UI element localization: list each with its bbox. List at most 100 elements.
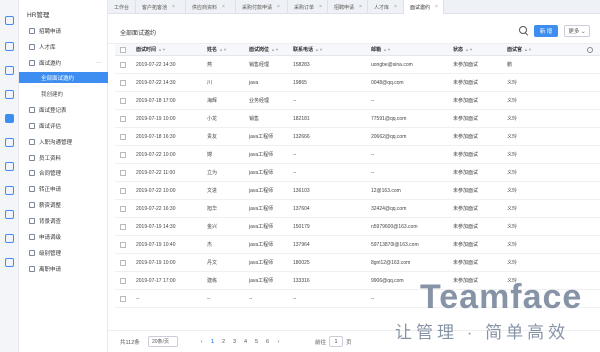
tab-supplier[interactable]: 供应商资料 × (186, 0, 236, 14)
row-checkbox[interactable] (120, 205, 126, 212)
table-row[interactable]: 2019-07-22 16:30 旭华 java工程师 137604 32424@qq.… (115, 200, 600, 218)
row-checkbox[interactable] (120, 79, 126, 86)
tab-talent-pool[interactable]: 人才库 × (368, 0, 404, 14)
more-icon[interactable]: ··· (96, 60, 102, 66)
row-checkbox[interactable] (120, 61, 126, 68)
close-icon[interactable]: × (222, 4, 225, 10)
col-status[interactable]: 状态 ▲▼ (453, 44, 503, 55)
table-row[interactable]: 2019-07-22 14:30 燕 销售经理 158283 uongbe@sina.c… (115, 56, 600, 74)
sort-icon[interactable]: ▲▼ (315, 47, 323, 52)
row-checkbox[interactable] (120, 115, 126, 122)
table-row[interactable]: 2019-07-18 17:00 海辉 业务经理 -- -- 未参加面试 义玲 (115, 92, 600, 110)
close-icon[interactable]: × (394, 4, 397, 10)
sort-icon[interactable]: ▲▼ (465, 47, 473, 52)
sidebar-item-interview-invite[interactable]: 面试邀约 ··· (19, 57, 108, 68)
tab-recruit-request[interactable]: 招聘申请 × (328, 0, 368, 14)
select-all-checkbox[interactable] (120, 46, 126, 53)
sidebar-item-resignation[interactable]: 离职申请 (19, 263, 108, 274)
row-checkbox[interactable] (120, 295, 126, 302)
more-button[interactable]: 更多 ⌄ (564, 25, 590, 37)
chat-icon[interactable] (5, 42, 14, 51)
task-icon[interactable] (5, 90, 14, 99)
tab-customer-pool[interactable]: 客户拓客池 × (136, 0, 186, 14)
sidebar-item-onboarding[interactable]: 入职沟通管理 (19, 136, 108, 147)
goto-page-input[interactable]: 1 (329, 336, 343, 347)
close-icon[interactable]: × (172, 4, 175, 10)
row-checkbox[interactable] (120, 169, 126, 176)
table-row[interactable]: 2019-07-22 11:00 立为 java工程师 -- -- 未参加面试 义玲 (115, 164, 600, 182)
table-row[interactable]: 2019-07-22 10:00 文进 java工程师 136103 12@163.co… (115, 182, 600, 200)
page-6[interactable]: 6 (262, 336, 273, 347)
sort-icon[interactable]: ▲▼ (524, 47, 532, 52)
column-settings-icon[interactable] (583, 44, 597, 56)
col-time[interactable]: 面试时间 ▲▼ (136, 44, 202, 55)
table-row[interactable]: 2019-07-19 10:40 杰 java工程师 137964 59713870l@… (115, 236, 600, 254)
page-4[interactable]: 4 (240, 336, 251, 347)
tab-workbench[interactable]: 工作台 (108, 0, 136, 14)
prev-page-button[interactable]: ‹ (196, 336, 207, 347)
page-1[interactable]: 1 (207, 336, 218, 347)
sort-icon[interactable]: ▲▼ (158, 47, 166, 52)
row-checkbox[interactable] (120, 97, 126, 104)
sort-icon[interactable]: ▲▼ (271, 47, 279, 52)
tab-purchase-order[interactable]: 采购订单 × (288, 0, 328, 14)
sidebar-item-regularization[interactable]: 转正申请 (19, 183, 108, 194)
row-checkbox[interactable] (120, 187, 126, 194)
sidebar-item-created-by-me[interactable]: 我创建的 (19, 88, 108, 99)
document-icon[interactable] (5, 138, 14, 147)
app-icon[interactable] (5, 114, 14, 123)
row-checkbox[interactable] (120, 151, 126, 158)
sort-icon[interactable]: ▲▼ (219, 47, 227, 52)
next-page-button[interactable]: › (273, 336, 284, 347)
close-icon[interactable]: × (319, 4, 322, 10)
table-row[interactable]: 2019-07-19 10:00 丹文 java工程师 180025 8gnl12@16… (115, 254, 600, 272)
sidebar-item-background-check[interactable]: 背景调查 (19, 215, 108, 226)
row-checkbox[interactable] (120, 259, 126, 266)
sidebar-item-talent-pool[interactable]: 人才库 (19, 41, 108, 52)
approval-icon[interactable] (5, 162, 14, 171)
sort-icon[interactable]: ▲▼ (383, 47, 391, 52)
table-row[interactable]: 2019-07-19 14:30 金兴 java工程师 150179 n5979600@… (115, 218, 600, 236)
report-icon[interactable] (5, 234, 14, 243)
tab-interview-invite[interactable]: 面试邀约 × (404, 0, 444, 14)
sidebar-item-salary-adjust[interactable]: 薪资调整 (19, 199, 108, 210)
row-checkbox[interactable] (120, 223, 126, 230)
close-icon[interactable]: × (277, 4, 280, 10)
table-row[interactable]: 2019-07-22 14:30 川 java 19865 0048@qq.com 未参加… (115, 74, 600, 92)
row-checkbox[interactable] (120, 277, 126, 284)
sidebar-item-all-invites[interactable]: 全部面试邀约 (19, 72, 108, 83)
file-icon[interactable] (5, 210, 14, 219)
sidebar-item-level-manage[interactable]: 级别管理 (19, 247, 108, 258)
sidebar-item-interview-evaluation[interactable]: 面试评估 (19, 120, 108, 131)
close-icon[interactable]: × (435, 4, 438, 10)
search-icon[interactable] (518, 25, 529, 36)
page-2[interactable]: 2 (218, 336, 229, 347)
page-5[interactable]: 5 (251, 336, 262, 347)
sidebar-item-recruit-request[interactable]: 招聘申请 (19, 25, 108, 36)
row-checkbox[interactable] (120, 133, 126, 140)
home-icon[interactable] (5, 16, 14, 25)
table-row[interactable]: 2019-07-19 10:00 小龙 销售 182181 77591@qq.com 未参… (115, 110, 600, 128)
col-email[interactable]: 邮箱 ▲▼ (371, 44, 451, 55)
cell-phone: 158283 (293, 61, 310, 68)
page-3[interactable]: 3 (229, 336, 240, 347)
calendar-icon[interactable] (5, 66, 14, 75)
sidebar-item-contract[interactable]: 合同管理 (19, 167, 108, 178)
row-checkbox[interactable] (120, 241, 126, 248)
col-position[interactable]: 面试岗位 ▲▼ (249, 44, 287, 55)
table-row[interactable]: 2019-07-22 10:00 嫦 java工程师 -- -- 未参加面试 义玲 (115, 146, 600, 164)
col-phone[interactable]: 联系电话 ▲▼ (293, 44, 363, 55)
sidebar-item-level-request[interactable]: 申请调级 (19, 231, 108, 242)
sidebar-item-interview-register[interactable]: 面试登记表 (19, 104, 108, 115)
email-icon[interactable] (5, 186, 14, 195)
col-name[interactable]: 姓名 ▲▼ (207, 44, 243, 55)
new-button[interactable]: 新 增 (534, 25, 558, 37)
close-icon[interactable]: × (359, 4, 362, 10)
table-row[interactable]: 2019-07-18 16:30 贵友 java工程师 132666 20662@qq.… (115, 128, 600, 146)
cell-name: 贵友 (207, 134, 218, 140)
settings-icon[interactable] (5, 258, 14, 267)
tab-purchase-payment[interactable]: 采购付款申请 × (236, 0, 288, 14)
sidebar-item-employee-info[interactable]: 员工资料 (19, 152, 108, 163)
col-officer[interactable]: 面试官 ▲▼ (507, 44, 563, 55)
page-size-select[interactable]: 20条/页 (148, 336, 178, 347)
